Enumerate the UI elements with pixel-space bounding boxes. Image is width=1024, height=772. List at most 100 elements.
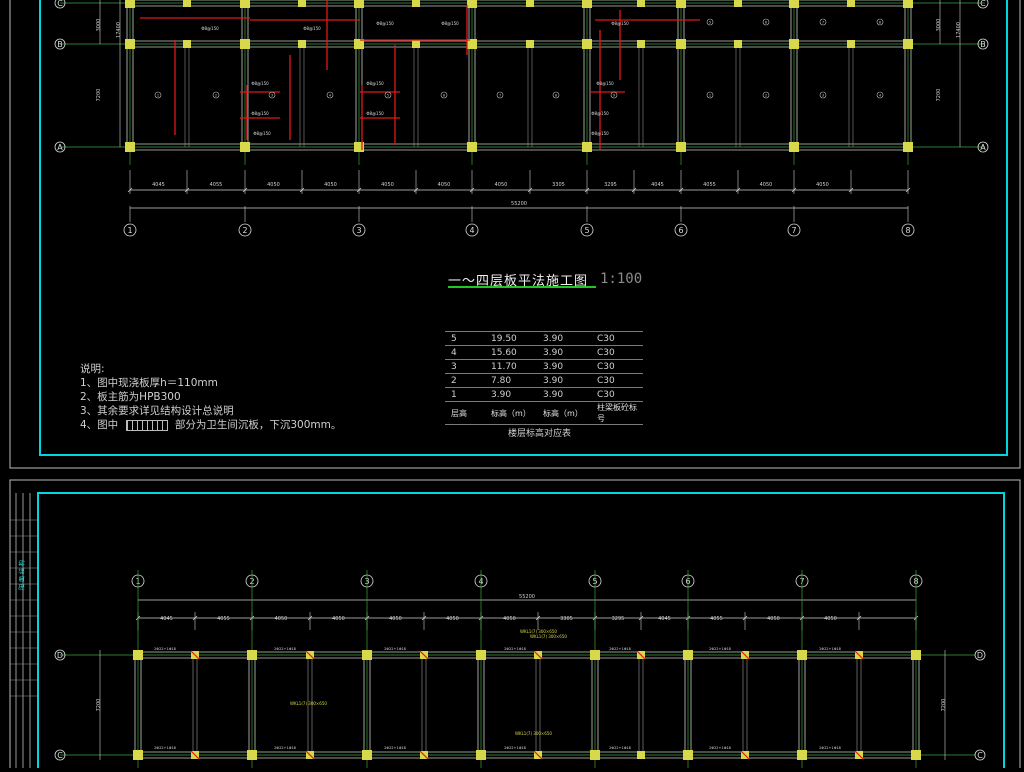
column (133, 650, 143, 660)
column (789, 0, 799, 8)
beam-annotation: WKL1(7) 300×650 (290, 701, 327, 706)
column (183, 0, 191, 7)
bay-dim-label: 4050 (438, 182, 451, 188)
rebar-label: Φ8@150 (366, 81, 384, 86)
level-table-cell: C30 (597, 347, 615, 358)
level-table-cell: C30 (597, 375, 615, 386)
column (637, 40, 645, 48)
column (734, 0, 742, 7)
column (789, 39, 799, 49)
column-marker-label: 4 (469, 226, 474, 235)
rebar-label: Φ8@150 (253, 131, 271, 136)
beam-rebar-label: 2Φ22+1Φ18 (154, 746, 176, 750)
row-marker-label: B (57, 40, 63, 49)
title-strip-text: 阳 面 结 构 (18, 560, 26, 590)
column (847, 40, 855, 48)
column (676, 142, 686, 152)
bay-dim-label: 3305 (560, 616, 573, 622)
room-tag-number: 4 (879, 94, 882, 98)
column (362, 750, 372, 760)
level-table-cell: 3.90 (491, 389, 512, 400)
bay-dim-label: 4050 (824, 616, 837, 622)
bay-dim-label: 4050 (446, 616, 459, 622)
bay-dim-label: 4055 (210, 182, 223, 188)
room-tag-number: 1 (709, 94, 711, 98)
total-dim-label: 55200 (519, 594, 535, 600)
rebar-label: Φ8@150 (441, 21, 459, 26)
level-table-cell: 3.90 (543, 375, 564, 386)
column (683, 650, 693, 660)
room-tag-number: 6 (765, 21, 767, 25)
bay-dim-label: 4050 (324, 182, 337, 188)
beam-rebar-label: 2Φ22+1Φ18 (274, 647, 296, 651)
bay-dim-label: 4055 (710, 616, 723, 622)
bay-dim-label: 4055 (217, 616, 230, 622)
level-table-caption: 楼层标高对应表 (508, 429, 572, 439)
bay-dim-label: 4045 (651, 182, 664, 188)
sheet-outer-frame-bottom (9, 479, 1021, 772)
column-marker-label: 2 (242, 226, 247, 235)
column (797, 650, 807, 660)
rebar-label: Φ8@150 (251, 81, 269, 86)
level-table-cell: 1 (451, 389, 457, 400)
column-marker-label: 6 (678, 226, 683, 235)
column (590, 750, 600, 760)
row-marker-label: B (980, 40, 986, 49)
column-marker-label: 7 (791, 226, 796, 235)
column-marker-label: 5 (584, 226, 589, 235)
room-tag-number: 2 (765, 94, 767, 98)
column (734, 40, 742, 48)
room-tag-number: 5 (387, 94, 389, 98)
column (125, 142, 135, 152)
level-table-cell: 15.60 (491, 347, 517, 358)
note-4-suffix: 部分为卫生间沉板，下沉300mm。 (174, 419, 342, 431)
rebar-label: Φ8@150 (596, 81, 614, 86)
column (362, 650, 372, 660)
column (298, 0, 306, 7)
bay-dim-label: 4050 (495, 182, 508, 188)
column (789, 142, 799, 152)
row-marker-label: C (980, 0, 986, 8)
rebar-label: Φ8@150 (591, 111, 609, 116)
bay-dim-label: 4045 (160, 616, 173, 622)
column (582, 0, 592, 8)
room-tag-number: 1 (157, 94, 159, 98)
level-table-cell: C30 (597, 389, 615, 400)
bay-dim-label: 4050 (767, 616, 780, 622)
note-line-3: 3、其余要求详见结构设计总说明 (80, 405, 234, 417)
beam-rebar-label: 2Φ22+1Φ18 (384, 746, 406, 750)
column (903, 0, 913, 8)
rebar-label: Φ8@150 (366, 111, 384, 116)
level-table-cell: 柱梁板砼标号 (597, 403, 637, 423)
column (247, 650, 257, 660)
column-marker-label: 3 (356, 226, 361, 235)
beam-annotation: WKL1(7) 300×650 (520, 629, 557, 634)
bay-dim-label: 4050 (503, 616, 516, 622)
column (797, 750, 807, 760)
column (526, 40, 534, 48)
column (911, 650, 921, 660)
bay-dim-label: 4050 (381, 182, 394, 188)
level-table-row: 1 3.90 3.90 C30 (445, 388, 643, 402)
level-table-header: 层高 标高（m） 标高（m） 柱梁板砼标号 (445, 402, 643, 425)
side-dim: 3000 (96, 19, 102, 32)
column (467, 0, 477, 8)
bay-dim-label: 4050 (267, 182, 280, 188)
level-table-cell: C30 (597, 333, 615, 344)
room-tag-number: 9 (613, 94, 615, 98)
column (476, 650, 486, 660)
column (903, 39, 913, 49)
room-tag-number: 8 (555, 94, 557, 98)
drawing-title: 一～四层板平法施工图 (448, 274, 589, 289)
level-table: 5 19.50 3.90 C30 4 15.60 3.90 C30 3 11.70 3.90 C30 2… (445, 331, 643, 425)
room-tag-number: 5 (709, 21, 711, 25)
beam-rebar-label: 2Φ22+1Φ18 (384, 647, 406, 651)
level-table-cell: 11.70 (491, 361, 517, 372)
level-table-cell: 3.90 (543, 389, 564, 400)
column-marker-label: 8 (905, 226, 910, 235)
column (683, 750, 693, 760)
column (133, 750, 143, 760)
level-table-cell: C30 (597, 361, 615, 372)
bay-dim-label: 4050 (389, 616, 402, 622)
column (412, 40, 420, 48)
